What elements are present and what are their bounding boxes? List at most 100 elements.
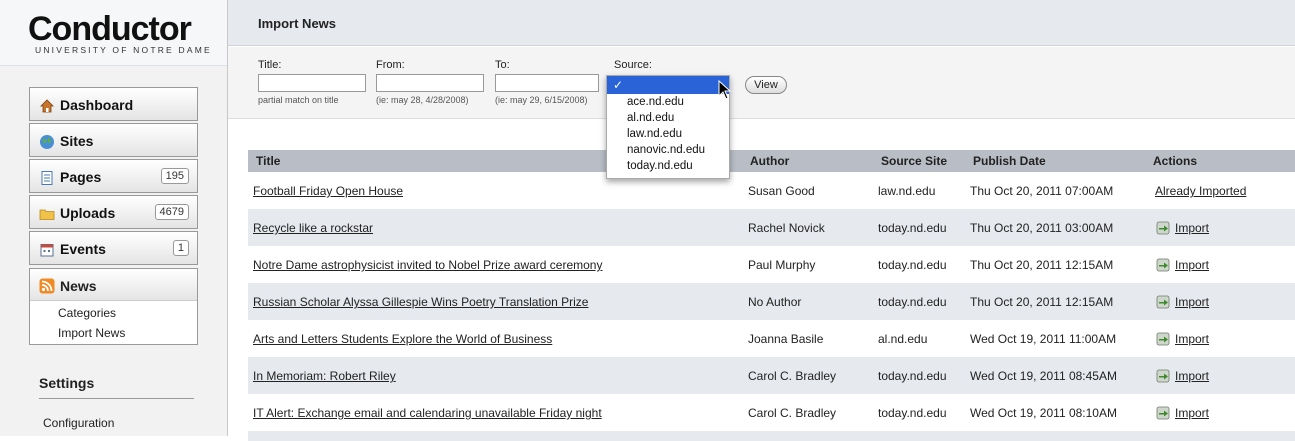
row-author: Paul Murphy xyxy=(748,258,816,272)
row-date: Thu Oct 20, 2011 12:15AM xyxy=(970,258,1114,272)
row-source: today.nd.edu xyxy=(878,295,947,309)
import-link[interactable]: Import xyxy=(1175,258,1209,272)
to-date-input[interactable] xyxy=(495,74,599,92)
source-select-dropdown[interactable]: ✓ ace.nd.edu al.nd.edu law.nd.edu nanovi… xyxy=(606,75,730,179)
table-row: Football Friday Open House Susan Good la… xyxy=(248,172,1295,209)
globe-icon xyxy=(40,135,54,149)
import-icon xyxy=(1156,332,1170,346)
page-title: Import News xyxy=(258,16,337,31)
nav-dashboard-label: Dashboard xyxy=(60,97,134,113)
nav-sites[interactable]: Sites xyxy=(29,123,198,157)
mouse-cursor-icon xyxy=(718,80,732,100)
to-filter-label: To: xyxy=(495,59,510,71)
title-filter-input[interactable] xyxy=(258,74,366,92)
row-title-link[interactable]: Russian Scholar Alyssa Gillespie Wins Po… xyxy=(253,295,588,309)
events-count-badge: 1 xyxy=(172,240,189,256)
row-author: Susan Good xyxy=(748,184,815,198)
row-author: Rachel Novick xyxy=(748,221,825,235)
row-date: Wed Oct 19, 2011 11:00AM xyxy=(970,332,1117,346)
to-filter-hint: (ie: may 29, 6/15/2008) xyxy=(495,95,588,105)
row-date: Thu Oct 20, 2011 12:15AM xyxy=(970,295,1114,309)
settings-heading: Settings xyxy=(39,375,95,391)
import-link[interactable]: Import xyxy=(1175,295,1209,309)
settings-divider xyxy=(39,398,194,399)
import-link[interactable]: Import xyxy=(1175,221,1209,235)
row-date: Wed Oct 19, 2011 08:10AM xyxy=(970,406,1117,420)
nav-uploads[interactable]: Uploads 4679 xyxy=(29,195,198,229)
row-source: law.nd.edu xyxy=(878,184,936,198)
row-author: Joanna Basile xyxy=(748,332,824,346)
row-date: Wed Oct 19, 2011 08:45AM xyxy=(970,369,1117,383)
col-source: Source Site xyxy=(881,154,948,168)
source-option[interactable]: nanovic.nd.edu xyxy=(607,142,729,158)
import-link[interactable]: Import xyxy=(1175,369,1209,383)
nav-pages[interactable]: Pages 195 xyxy=(29,159,198,193)
table-row: Arts and Letters Students Explore the Wo… xyxy=(248,320,1295,357)
import-link[interactable]: Import xyxy=(1175,332,1209,346)
view-button[interactable]: View xyxy=(745,76,787,94)
source-option[interactable]: today.nd.edu xyxy=(607,158,729,174)
col-title: Title xyxy=(256,154,281,168)
source-option[interactable]: al.nd.edu xyxy=(607,110,729,126)
row-source: al.nd.edu xyxy=(878,332,928,346)
row-author: Carol C. Bradley xyxy=(748,406,837,420)
pages-count-badge: 195 xyxy=(160,168,189,184)
title-filter-hint: partial match on title xyxy=(258,95,339,105)
nav-news-categories[interactable]: Categories xyxy=(58,306,116,320)
row-date: Thu Oct 20, 2011 07:00AM xyxy=(970,184,1114,198)
nav-uploads-label: Uploads xyxy=(60,205,116,221)
col-author: Author xyxy=(750,154,790,168)
table-row: Recycle like a rockstar Rachel Novick to… xyxy=(248,209,1295,246)
sidebar: Conductor UNIVERSITY OF NOTRE DAME Dashb… xyxy=(0,0,228,436)
table-row: In Memoriam: Robert Riley Carol C. Bradl… xyxy=(248,357,1295,394)
row-title-link[interactable]: Football Friday Open House xyxy=(253,184,403,198)
row-author: Carol C. Bradley xyxy=(748,369,837,383)
main-content: Import News Title: partial match on titl… xyxy=(228,0,1295,441)
table-row: Notre Dame astrophysicist invited to Nob… xyxy=(248,246,1295,283)
import-icon xyxy=(1156,295,1170,309)
nav-events-label: Events xyxy=(60,241,106,257)
brand-name: Conductor xyxy=(28,10,192,48)
already-imported-link[interactable]: Already Imported xyxy=(1155,184,1246,198)
table-row: Russian Scholar Alyssa Gillespie Wins Po… xyxy=(248,283,1295,320)
nav-pages-label: Pages xyxy=(60,169,102,185)
row-title-link[interactable]: Recycle like a rockstar xyxy=(253,221,373,235)
from-filter-label: From: xyxy=(376,59,405,71)
import-icon xyxy=(1156,406,1170,420)
row-title-link[interactable]: Arts and Letters Students Explore the Wo… xyxy=(253,332,552,346)
import-icon xyxy=(1156,369,1170,383)
uploads-count-badge: 4679 xyxy=(154,204,189,220)
nav-news[interactable]: News xyxy=(30,269,197,301)
nav-news-import[interactable]: Import News xyxy=(58,326,125,340)
nav-news-label: News xyxy=(60,278,97,294)
brand-subtitle: UNIVERSITY OF NOTRE DAME xyxy=(35,45,212,55)
col-actions: Actions xyxy=(1153,154,1198,168)
calendar-icon xyxy=(40,244,54,257)
table-row xyxy=(248,431,1295,441)
table-header: Title Author Source Site Publish Date Ac… xyxy=(248,150,1295,172)
page-icon xyxy=(41,171,53,185)
nav-configuration[interactable]: Configuration xyxy=(43,416,114,430)
source-filter-label: Source: xyxy=(614,59,652,71)
source-option[interactable]: ace.nd.edu xyxy=(607,94,729,110)
row-title-link[interactable]: Notre Dame astrophysicist invited to Nob… xyxy=(253,258,602,272)
from-date-input[interactable] xyxy=(376,74,484,92)
table-row: IT Alert: Exchange email and calendaring… xyxy=(248,394,1295,431)
import-icon xyxy=(1156,258,1170,272)
nav-dashboard[interactable]: Dashboard xyxy=(29,87,198,121)
row-date: Thu Oct 20, 2011 03:00AM xyxy=(970,221,1114,235)
import-link[interactable]: Import xyxy=(1175,406,1209,420)
source-option[interactable]: law.nd.edu xyxy=(607,126,729,142)
logo[interactable]: Conductor UNIVERSITY OF NOTRE DAME xyxy=(0,0,227,66)
row-source: today.nd.edu xyxy=(878,369,947,383)
nav-events[interactable]: Events 1 xyxy=(29,231,198,265)
import-icon xyxy=(1156,221,1170,235)
row-title-link[interactable]: In Memoriam: Robert Riley xyxy=(253,369,396,383)
title-filter-label: Title: xyxy=(258,59,282,71)
filter-bar: Title: partial match on title From: (ie:… xyxy=(228,47,1295,119)
rss-icon xyxy=(39,278,55,294)
source-option-selected[interactable]: ✓ xyxy=(607,76,729,94)
row-source: today.nd.edu xyxy=(878,221,947,235)
from-filter-hint: (ie: may 28, 4/28/2008) xyxy=(376,95,469,105)
row-title-link[interactable]: IT Alert: Exchange email and calendaring… xyxy=(253,406,602,420)
